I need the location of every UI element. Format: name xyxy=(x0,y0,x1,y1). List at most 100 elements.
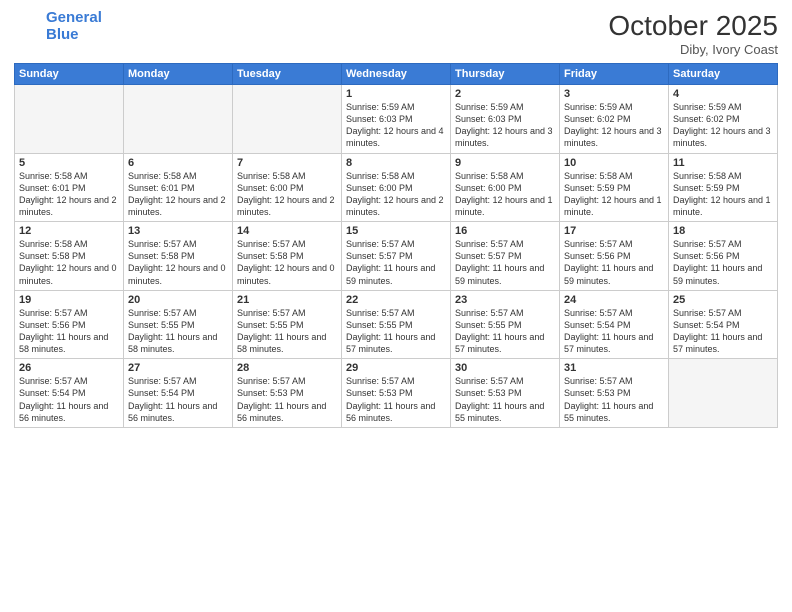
day-number: 31 xyxy=(564,362,664,374)
day-number: 7 xyxy=(237,157,337,169)
day-header-thursday: Thursday xyxy=(451,64,560,85)
day-header-tuesday: Tuesday xyxy=(233,64,342,85)
month-title: October 2025 xyxy=(608,10,778,42)
day-number: 20 xyxy=(128,294,228,306)
calendar-cell: 4Sunrise: 5:59 AM Sunset: 6:02 PM Daylig… xyxy=(669,85,778,154)
cell-info: Sunrise: 5:57 AM Sunset: 5:57 PM Dayligh… xyxy=(346,238,446,287)
cell-info: Sunrise: 5:57 AM Sunset: 5:55 PM Dayligh… xyxy=(237,307,337,356)
day-number: 11 xyxy=(673,157,773,169)
calendar-cell: 26Sunrise: 5:57 AM Sunset: 5:54 PM Dayli… xyxy=(15,359,124,428)
day-number: 3 xyxy=(564,88,664,100)
calendar-cell: 8Sunrise: 5:58 AM Sunset: 6:00 PM Daylig… xyxy=(342,153,451,222)
calendar-cell: 14Sunrise: 5:57 AM Sunset: 5:58 PM Dayli… xyxy=(233,222,342,291)
calendar-week-2: 5Sunrise: 5:58 AM Sunset: 6:01 PM Daylig… xyxy=(15,153,778,222)
day-number: 21 xyxy=(237,294,337,306)
calendar-cell: 11Sunrise: 5:58 AM Sunset: 5:59 PM Dayli… xyxy=(669,153,778,222)
calendar-cell: 16Sunrise: 5:57 AM Sunset: 5:57 PM Dayli… xyxy=(451,222,560,291)
cell-info: Sunrise: 5:57 AM Sunset: 5:54 PM Dayligh… xyxy=(564,307,664,356)
cell-info: Sunrise: 5:57 AM Sunset: 5:56 PM Dayligh… xyxy=(673,238,773,287)
day-number: 9 xyxy=(455,157,555,169)
page: General Blue October 2025 Diby, Ivory Co… xyxy=(0,0,792,612)
cell-info: Sunrise: 5:59 AM Sunset: 6:02 PM Dayligh… xyxy=(564,101,664,150)
logo-icon xyxy=(14,13,42,41)
calendar-cell xyxy=(669,359,778,428)
calendar-cell: 7Sunrise: 5:58 AM Sunset: 6:00 PM Daylig… xyxy=(233,153,342,222)
day-number: 16 xyxy=(455,225,555,237)
calendar-cell: 12Sunrise: 5:58 AM Sunset: 5:58 PM Dayli… xyxy=(15,222,124,291)
calendar-cell: 21Sunrise: 5:57 AM Sunset: 5:55 PM Dayli… xyxy=(233,290,342,359)
day-number: 28 xyxy=(237,362,337,374)
cell-info: Sunrise: 5:57 AM Sunset: 5:56 PM Dayligh… xyxy=(564,238,664,287)
calendar-cell: 24Sunrise: 5:57 AM Sunset: 5:54 PM Dayli… xyxy=(560,290,669,359)
cell-info: Sunrise: 5:57 AM Sunset: 5:54 PM Dayligh… xyxy=(128,375,228,424)
location: Diby, Ivory Coast xyxy=(608,42,778,57)
cell-info: Sunrise: 5:59 AM Sunset: 6:03 PM Dayligh… xyxy=(346,101,446,150)
day-number: 13 xyxy=(128,225,228,237)
day-number: 15 xyxy=(346,225,446,237)
cell-info: Sunrise: 5:57 AM Sunset: 5:55 PM Dayligh… xyxy=(128,307,228,356)
logo-text: General Blue xyxy=(46,10,102,43)
day-number: 26 xyxy=(19,362,119,374)
day-number: 12 xyxy=(19,225,119,237)
calendar-cell xyxy=(233,85,342,154)
calendar-week-1: 1Sunrise: 5:59 AM Sunset: 6:03 PM Daylig… xyxy=(15,85,778,154)
day-header-monday: Monday xyxy=(124,64,233,85)
calendar-cell: 20Sunrise: 5:57 AM Sunset: 5:55 PM Dayli… xyxy=(124,290,233,359)
cell-info: Sunrise: 5:58 AM Sunset: 5:58 PM Dayligh… xyxy=(19,238,119,287)
cell-info: Sunrise: 5:58 AM Sunset: 6:00 PM Dayligh… xyxy=(455,170,555,219)
calendar-cell: 5Sunrise: 5:58 AM Sunset: 6:01 PM Daylig… xyxy=(15,153,124,222)
cell-info: Sunrise: 5:59 AM Sunset: 6:03 PM Dayligh… xyxy=(455,101,555,150)
cell-info: Sunrise: 5:58 AM Sunset: 5:59 PM Dayligh… xyxy=(564,170,664,219)
day-number: 17 xyxy=(564,225,664,237)
calendar-cell: 6Sunrise: 5:58 AM Sunset: 6:01 PM Daylig… xyxy=(124,153,233,222)
calendar-cell xyxy=(124,85,233,154)
cell-info: Sunrise: 5:57 AM Sunset: 5:53 PM Dayligh… xyxy=(237,375,337,424)
day-number: 23 xyxy=(455,294,555,306)
calendar-cell: 13Sunrise: 5:57 AM Sunset: 5:58 PM Dayli… xyxy=(124,222,233,291)
day-number: 19 xyxy=(19,294,119,306)
logo: General Blue xyxy=(14,10,102,43)
calendar-week-5: 26Sunrise: 5:57 AM Sunset: 5:54 PM Dayli… xyxy=(15,359,778,428)
cell-info: Sunrise: 5:58 AM Sunset: 6:01 PM Dayligh… xyxy=(128,170,228,219)
calendar-cell: 28Sunrise: 5:57 AM Sunset: 5:53 PM Dayli… xyxy=(233,359,342,428)
title-block: October 2025 Diby, Ivory Coast xyxy=(608,10,778,57)
day-header-saturday: Saturday xyxy=(669,64,778,85)
calendar-cell xyxy=(15,85,124,154)
day-number: 18 xyxy=(673,225,773,237)
day-number: 1 xyxy=(346,88,446,100)
cell-info: Sunrise: 5:58 AM Sunset: 6:01 PM Dayligh… xyxy=(19,170,119,219)
day-number: 30 xyxy=(455,362,555,374)
calendar-cell: 2Sunrise: 5:59 AM Sunset: 6:03 PM Daylig… xyxy=(451,85,560,154)
day-number: 29 xyxy=(346,362,446,374)
day-number: 10 xyxy=(564,157,664,169)
calendar-cell: 18Sunrise: 5:57 AM Sunset: 5:56 PM Dayli… xyxy=(669,222,778,291)
day-header-wednesday: Wednesday xyxy=(342,64,451,85)
day-number: 27 xyxy=(128,362,228,374)
day-number: 8 xyxy=(346,157,446,169)
calendar-cell: 3Sunrise: 5:59 AM Sunset: 6:02 PM Daylig… xyxy=(560,85,669,154)
cell-info: Sunrise: 5:57 AM Sunset: 5:53 PM Dayligh… xyxy=(346,375,446,424)
header: General Blue October 2025 Diby, Ivory Co… xyxy=(14,10,778,57)
day-header-friday: Friday xyxy=(560,64,669,85)
calendar-cell: 10Sunrise: 5:58 AM Sunset: 5:59 PM Dayli… xyxy=(560,153,669,222)
cell-info: Sunrise: 5:57 AM Sunset: 5:58 PM Dayligh… xyxy=(237,238,337,287)
calendar-cell: 23Sunrise: 5:57 AM Sunset: 5:55 PM Dayli… xyxy=(451,290,560,359)
cell-info: Sunrise: 5:57 AM Sunset: 5:58 PM Dayligh… xyxy=(128,238,228,287)
calendar-cell: 27Sunrise: 5:57 AM Sunset: 5:54 PM Dayli… xyxy=(124,359,233,428)
calendar-week-3: 12Sunrise: 5:58 AM Sunset: 5:58 PM Dayli… xyxy=(15,222,778,291)
cell-info: Sunrise: 5:57 AM Sunset: 5:54 PM Dayligh… xyxy=(673,307,773,356)
cell-info: Sunrise: 5:57 AM Sunset: 5:56 PM Dayligh… xyxy=(19,307,119,356)
calendar-cell: 25Sunrise: 5:57 AM Sunset: 5:54 PM Dayli… xyxy=(669,290,778,359)
calendar-cell: 17Sunrise: 5:57 AM Sunset: 5:56 PM Dayli… xyxy=(560,222,669,291)
day-number: 14 xyxy=(237,225,337,237)
calendar-cell: 22Sunrise: 5:57 AM Sunset: 5:55 PM Dayli… xyxy=(342,290,451,359)
cell-info: Sunrise: 5:57 AM Sunset: 5:55 PM Dayligh… xyxy=(455,307,555,356)
day-number: 6 xyxy=(128,157,228,169)
calendar-cell: 19Sunrise: 5:57 AM Sunset: 5:56 PM Dayli… xyxy=(15,290,124,359)
calendar-cell: 29Sunrise: 5:57 AM Sunset: 5:53 PM Dayli… xyxy=(342,359,451,428)
cell-info: Sunrise: 5:57 AM Sunset: 5:54 PM Dayligh… xyxy=(19,375,119,424)
day-number: 5 xyxy=(19,157,119,169)
day-number: 24 xyxy=(564,294,664,306)
calendar-cell: 1Sunrise: 5:59 AM Sunset: 6:03 PM Daylig… xyxy=(342,85,451,154)
calendar-week-4: 19Sunrise: 5:57 AM Sunset: 5:56 PM Dayli… xyxy=(15,290,778,359)
